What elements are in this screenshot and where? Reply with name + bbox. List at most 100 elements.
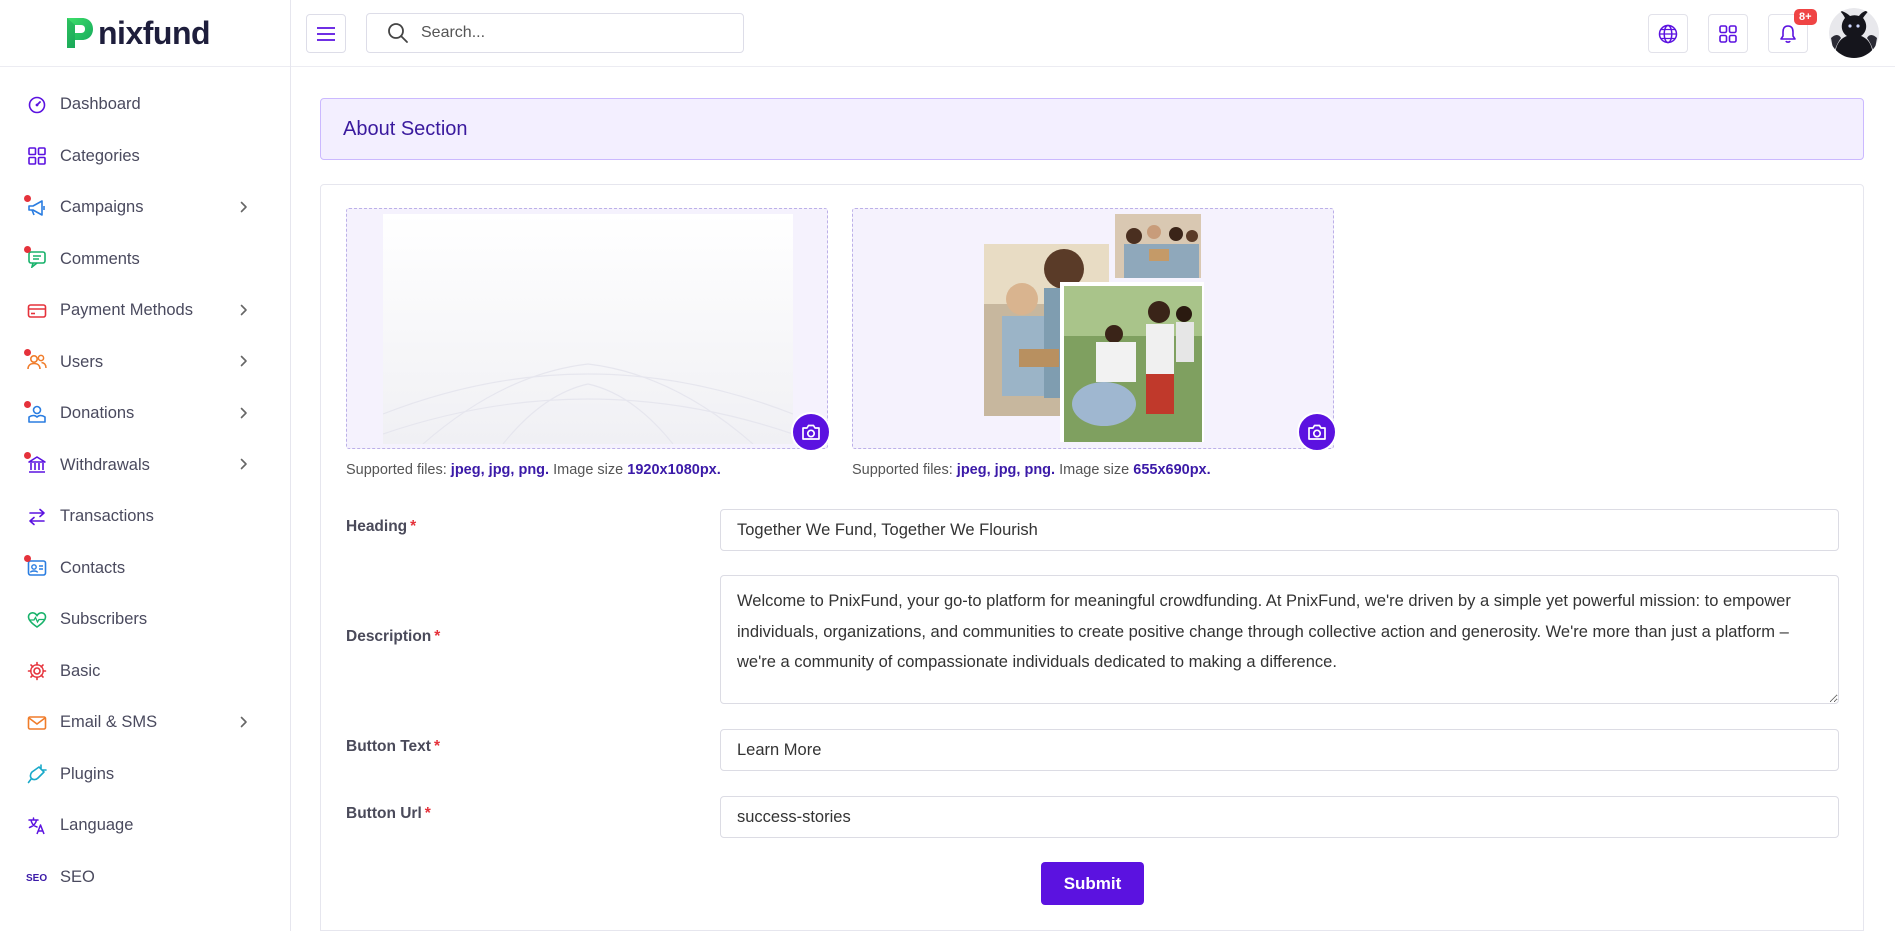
sidebar: nixfund Dashboard Categories Campaigns Comm…	[0, 0, 291, 931]
envelope-icon	[26, 712, 48, 734]
sidebar-item-categories[interactable]: Categories	[0, 131, 290, 183]
globe-icon	[1658, 24, 1678, 43]
sidebar-item-seo[interactable]: SEO SEO	[0, 852, 290, 904]
hint-size: 655x690px.	[1133, 462, 1211, 478]
bank-icon	[24, 452, 48, 476]
search-input[interactable]	[421, 24, 721, 42]
button-url-input[interactable]	[720, 796, 1839, 838]
sidebar-item-label: Users	[60, 352, 104, 371]
chevron-right-icon	[240, 406, 248, 422]
megaphone-icon	[24, 194, 48, 219]
hamburger-icon	[317, 26, 335, 41]
description-label-text: Description	[346, 628, 432, 645]
sidebar-item-label: Contacts	[60, 558, 126, 577]
chevron-right-icon	[240, 457, 248, 473]
avatar[interactable]	[1829, 8, 1879, 58]
sidebar-item-label: Withdrawals	[60, 455, 150, 474]
hint-size-label: Image size	[1059, 462, 1130, 478]
required-marker: *	[424, 805, 431, 822]
button-url-label-text: Button Url	[346, 805, 422, 822]
notification-badge: 8+	[1794, 9, 1817, 25]
submit-button[interactable]: Submit	[1041, 862, 1144, 905]
logo-text: nixfund	[98, 14, 211, 51]
sidebar-item-label: Donations	[60, 404, 135, 423]
apps-button[interactable]	[1708, 14, 1748, 53]
sidebar-item-payment-methods[interactable]: Payment Methods	[0, 285, 290, 337]
hint-file-types: jpeg, jpg, png.	[956, 462, 1056, 478]
credit-card-icon	[26, 300, 48, 322]
notification-dot	[24, 400, 31, 408]
sidebar-item-basic[interactable]: Basic	[0, 646, 290, 698]
required-marker: *	[434, 628, 441, 645]
transfer-icon	[26, 506, 48, 528]
sidebar-item-contacts[interactable]: Contacts	[0, 543, 290, 595]
sidebar-item-label: Campaigns	[60, 198, 144, 217]
button-text-label-text: Button Text	[346, 738, 431, 755]
notifications-button[interactable]: 8+	[1768, 9, 1817, 53]
svg-text:SEO: SEO	[26, 873, 47, 884]
sidebar-item-withdrawals[interactable]: Withdrawals	[0, 440, 290, 492]
sidebar-nav: Dashboard Categories Campaigns Comments Paym…	[0, 67, 290, 903]
description-textarea[interactable]: Welcome to PnixFund, your go-to platform…	[720, 575, 1839, 704]
camera-icon	[802, 424, 820, 440]
plug-icon	[26, 763, 48, 785]
sidebar-item-transactions[interactable]: Transactions	[0, 491, 290, 543]
heading-label: Heading *	[346, 518, 416, 536]
description-label: Description *	[346, 628, 440, 646]
sidebar-item-subscribers[interactable]: Subscribers	[0, 594, 290, 646]
sidebar-item-comments[interactable]: Comments	[0, 234, 290, 286]
seo-icon: SEO	[26, 866, 48, 888]
users-icon	[24, 349, 48, 373]
button-text-label: Button Text *	[346, 738, 440, 756]
sidebar-item-email-sms[interactable]: Email & SMS	[0, 697, 290, 749]
page-title: About Section	[343, 117, 468, 140]
search-box	[366, 13, 744, 53]
chevron-right-icon	[240, 715, 248, 731]
hint-file-types: jpeg, jpg, png.	[450, 462, 550, 478]
topbar: 8+	[291, 0, 1895, 67]
upload-camera-button-1[interactable]	[791, 412, 831, 452]
sidebar-item-campaigns[interactable]: Campaigns	[0, 182, 290, 234]
upload-hint-1: Supported files: jpeg, jpg, png. Image s…	[346, 462, 721, 478]
sidebar-item-label: Subscribers	[60, 610, 148, 629]
sidebar-item-label: Comments	[60, 249, 140, 268]
language-button[interactable]	[1648, 14, 1688, 53]
button-url-label: Button Url *	[346, 805, 431, 823]
sidebar-item-label: Transactions	[60, 507, 154, 526]
menu-toggle-button[interactable]	[306, 14, 346, 53]
heart-icon	[26, 609, 48, 631]
button-text-input[interactable]	[720, 729, 1839, 771]
avatar-image	[1829, 8, 1879, 58]
contact-card-icon	[24, 555, 48, 579]
sidebar-item-label: Email & SMS	[60, 713, 158, 732]
image-preview-1	[383, 214, 793, 444]
sidebar-item-dashboard[interactable]: Dashboard	[0, 79, 290, 131]
required-marker: *	[433, 738, 440, 755]
sidebar-item-users[interactable]: Users	[0, 337, 290, 389]
required-marker: *	[410, 518, 417, 535]
sidebar-item-donations[interactable]: Donations	[0, 388, 290, 440]
hint-prefix: Supported files:	[852, 462, 953, 478]
sidebar-item-plugins[interactable]: Plugins	[0, 749, 290, 801]
bell-icon	[1780, 24, 1796, 43]
image-upload-1[interactable]	[346, 208, 831, 452]
upload-camera-button-2[interactable]	[1297, 412, 1337, 452]
chevron-right-icon	[240, 200, 248, 216]
notification-dot	[24, 194, 31, 202]
sidebar-item-label: Basic	[60, 661, 101, 680]
sidebar-item-label: Dashboard	[60, 95, 141, 114]
sidebar-item-label: Language	[60, 816, 134, 835]
logo[interactable]: nixfund	[0, 0, 290, 67]
logo-icon	[67, 18, 93, 48]
translate-icon	[26, 815, 48, 837]
sidebar-item-language[interactable]: Language	[0, 800, 290, 852]
image-upload-2[interactable]	[852, 208, 1337, 452]
hint-size: 1920x1080px.	[627, 462, 721, 478]
chevron-right-icon	[240, 354, 248, 370]
heading-input[interactable]	[720, 509, 1839, 551]
grid-icon	[1719, 24, 1737, 43]
comment-icon	[24, 246, 48, 270]
upload-hint-2: Supported files: jpeg, jpg, png. Image s…	[852, 462, 1211, 478]
hint-prefix: Supported files:	[346, 462, 447, 478]
heading-label-text: Heading	[346, 518, 408, 535]
